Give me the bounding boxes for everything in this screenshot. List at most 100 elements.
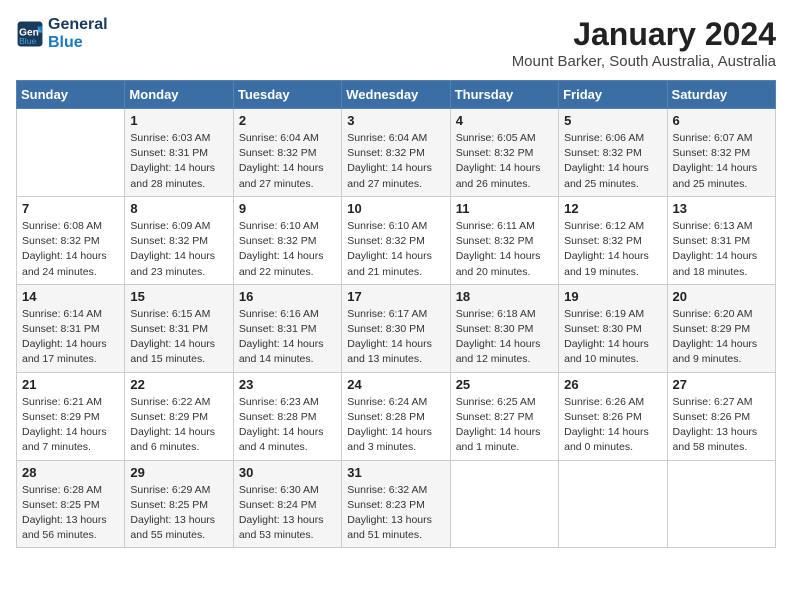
day-number: 22: [130, 377, 227, 392]
svg-text:Blue: Blue: [19, 36, 36, 46]
day-info: Sunrise: 6:05 AM Sunset: 8:32 PM Dayligh…: [456, 131, 553, 192]
day-number: 30: [239, 465, 336, 480]
calendar-cell: 21 Sunrise: 6:21 AM Sunset: 8:29 PM Dayli…: [17, 372, 125, 460]
day-number: 10: [347, 201, 444, 216]
calendar-cell: 6 Sunrise: 6:07 AM Sunset: 8:32 PM Daylig…: [667, 109, 775, 197]
calendar-cell: 8 Sunrise: 6:09 AM Sunset: 8:32 PM Daylig…: [125, 196, 233, 284]
day-info: Sunrise: 6:22 AM Sunset: 8:29 PM Dayligh…: [130, 395, 227, 456]
day-info: Sunrise: 6:20 AM Sunset: 8:29 PM Dayligh…: [673, 307, 770, 368]
calendar-cell: 3 Sunrise: 6:04 AM Sunset: 8:32 PM Daylig…: [342, 109, 450, 197]
calendar-cell: 15 Sunrise: 6:15 AM Sunset: 8:31 PM Dayli…: [125, 284, 233, 372]
day-number: 25: [456, 377, 553, 392]
day-info: Sunrise: 6:14 AM Sunset: 8:31 PM Dayligh…: [22, 307, 119, 368]
calendar-cell: [450, 460, 558, 548]
calendar-cell: 12Sunrise: 6:12 AM Sunset: 8:32 PM Dayli…: [559, 196, 667, 284]
calendar-cell: 2 Sunrise: 6:04 AM Sunset: 8:32 PM Daylig…: [233, 109, 341, 197]
calendar-cell: 31 Sunrise: 6:32 AM Sunset: 8:23 PM Dayli…: [342, 460, 450, 548]
title-area: January 2024 Mount Barker, South Austral…: [512, 16, 776, 70]
calendar-cell: 23 Sunrise: 6:23 AM Sunset: 8:28 PM Dayli…: [233, 372, 341, 460]
day-info: Sunrise: 6:09 AM Sunset: 8:32 PM Dayligh…: [130, 219, 227, 280]
day-number: 9: [239, 201, 336, 216]
logo-icon: Gen Blue: [16, 20, 44, 48]
day-info: Sunrise: 6:32 AM Sunset: 8:23 PM Dayligh…: [347, 483, 444, 544]
month-title: January 2024: [512, 16, 776, 53]
calendar-cell: [667, 460, 775, 548]
day-info: Sunrise: 6:21 AM Sunset: 8:29 PM Dayligh…: [22, 395, 119, 456]
calendar-cell: [559, 460, 667, 548]
day-info: Sunrise: 6:15 AM Sunset: 8:31 PM Dayligh…: [130, 307, 227, 368]
col-header-sunday: Sunday: [17, 81, 125, 109]
logo: Gen Blue General Blue: [16, 16, 108, 51]
logo-text-line1: General: [48, 16, 108, 34]
day-number: 8: [130, 201, 227, 216]
day-number: 1: [130, 113, 227, 128]
calendar-cell: 9 Sunrise: 6:10 AM Sunset: 8:32 PM Daylig…: [233, 196, 341, 284]
day-info: Sunrise: 6:23 AM Sunset: 8:28 PM Dayligh…: [239, 395, 336, 456]
calendar-cell: 4 Sunrise: 6:05 AM Sunset: 8:32 PM Daylig…: [450, 109, 558, 197]
col-header-thursday: Thursday: [450, 81, 558, 109]
col-header-wednesday: Wednesday: [342, 81, 450, 109]
calendar-cell: 11 Sunrise: 6:11 AM Sunset: 8:32 PM Dayli…: [450, 196, 558, 284]
day-info: Sunrise: 6:30 AM Sunset: 8:24 PM Dayligh…: [239, 483, 336, 544]
calendar-cell: 22 Sunrise: 6:22 AM Sunset: 8:29 PM Dayli…: [125, 372, 233, 460]
day-number: 4: [456, 113, 553, 128]
day-info: Sunrise: 6:06 AM Sunset: 8:32 PM Dayligh…: [564, 131, 661, 192]
day-info: Sunrise: 6:26 AM Sunset: 8:26 PM Dayligh…: [564, 395, 661, 456]
day-number: 7: [22, 201, 119, 216]
day-number: 26: [564, 377, 661, 392]
day-number: 23: [239, 377, 336, 392]
day-info: Sunrise: 6:03 AM Sunset: 8:31 PM Dayligh…: [130, 131, 227, 192]
calendar-cell: 28 Sunrise: 6:28 AM Sunset: 8:25 PM Dayli…: [17, 460, 125, 548]
col-header-friday: Friday: [559, 81, 667, 109]
logo-text-line2: Blue: [48, 34, 108, 52]
day-number: 18: [456, 289, 553, 304]
calendar-cell: 14Sunrise: 6:14 AM Sunset: 8:31 PM Dayli…: [17, 284, 125, 372]
calendar-cell: 24 Sunrise: 6:24 AM Sunset: 8:28 PM Dayli…: [342, 372, 450, 460]
calendar-cell: 16Sunrise: 6:16 AM Sunset: 8:31 PM Dayli…: [233, 284, 341, 372]
day-number: 15: [130, 289, 227, 304]
calendar-table: SundayMondayTuesdayWednesdayThursdayFrid…: [16, 80, 776, 548]
day-number: 31: [347, 465, 444, 480]
col-header-saturday: Saturday: [667, 81, 775, 109]
day-info: Sunrise: 6:08 AM Sunset: 8:32 PM Dayligh…: [22, 219, 119, 280]
day-number: 27: [673, 377, 770, 392]
day-number: 3: [347, 113, 444, 128]
day-info: Sunrise: 6:25 AM Sunset: 8:27 PM Dayligh…: [456, 395, 553, 456]
day-info: Sunrise: 6:12 AM Sunset: 8:32 PM Dayligh…: [564, 219, 661, 280]
day-info: Sunrise: 6:10 AM Sunset: 8:32 PM Dayligh…: [239, 219, 336, 280]
day-info: Sunrise: 6:11 AM Sunset: 8:32 PM Dayligh…: [456, 219, 553, 280]
day-number: 28: [22, 465, 119, 480]
calendar-cell: 18Sunrise: 6:18 AM Sunset: 8:30 PM Dayli…: [450, 284, 558, 372]
calendar-cell: 27 Sunrise: 6:27 AM Sunset: 8:26 PM Dayli…: [667, 372, 775, 460]
day-info: Sunrise: 6:19 AM Sunset: 8:30 PM Dayligh…: [564, 307, 661, 368]
calendar-cell: 1 Sunrise: 6:03 AM Sunset: 8:31 PM Daylig…: [125, 109, 233, 197]
location: Mount Barker, South Australia, Australia: [512, 53, 776, 70]
calendar-cell: [17, 109, 125, 197]
day-number: 29: [130, 465, 227, 480]
calendar-cell: 17Sunrise: 6:17 AM Sunset: 8:30 PM Dayli…: [342, 284, 450, 372]
day-info: Sunrise: 6:27 AM Sunset: 8:26 PM Dayligh…: [673, 395, 770, 456]
calendar-cell: 7 Sunrise: 6:08 AM Sunset: 8:32 PM Daylig…: [17, 196, 125, 284]
day-info: Sunrise: 6:07 AM Sunset: 8:32 PM Dayligh…: [673, 131, 770, 192]
day-info: Sunrise: 6:13 AM Sunset: 8:31 PM Dayligh…: [673, 219, 770, 280]
day-info: Sunrise: 6:28 AM Sunset: 8:25 PM Dayligh…: [22, 483, 119, 544]
day-info: Sunrise: 6:04 AM Sunset: 8:32 PM Dayligh…: [239, 131, 336, 192]
day-info: Sunrise: 6:04 AM Sunset: 8:32 PM Dayligh…: [347, 131, 444, 192]
calendar-cell: 13 Sunrise: 6:13 AM Sunset: 8:31 PM Dayli…: [667, 196, 775, 284]
day-number: 16: [239, 289, 336, 304]
calendar-cell: 29Sunrise: 6:29 AM Sunset: 8:25 PM Dayli…: [125, 460, 233, 548]
day-number: 24: [347, 377, 444, 392]
col-header-monday: Monday: [125, 81, 233, 109]
calendar-cell: 19Sunrise: 6:19 AM Sunset: 8:30 PM Dayli…: [559, 284, 667, 372]
calendar-cell: 30 Sunrise: 6:30 AM Sunset: 8:24 PM Dayli…: [233, 460, 341, 548]
day-number: 11: [456, 201, 553, 216]
day-number: 2: [239, 113, 336, 128]
col-header-tuesday: Tuesday: [233, 81, 341, 109]
day-info: Sunrise: 6:24 AM Sunset: 8:28 PM Dayligh…: [347, 395, 444, 456]
day-number: 21: [22, 377, 119, 392]
day-number: 13: [673, 201, 770, 216]
day-info: Sunrise: 6:10 AM Sunset: 8:32 PM Dayligh…: [347, 219, 444, 280]
day-number: 5: [564, 113, 661, 128]
day-info: Sunrise: 6:17 AM Sunset: 8:30 PM Dayligh…: [347, 307, 444, 368]
day-number: 6: [673, 113, 770, 128]
